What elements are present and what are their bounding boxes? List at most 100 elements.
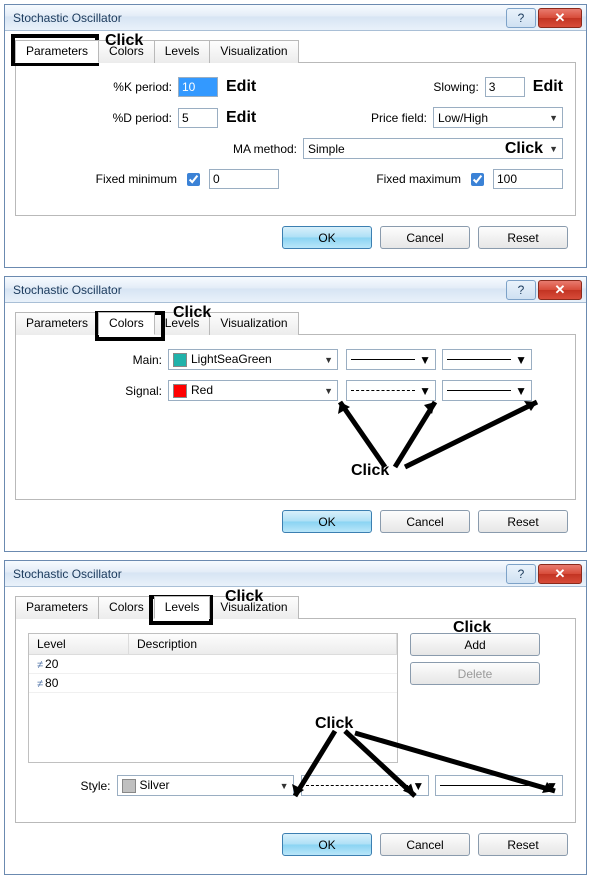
fixed-min-label: Fixed minimum — [28, 172, 183, 186]
tab-body-colors: Main: LightSeaGreen ▼ ▼ ▼ Signal: Red ▼ … — [15, 335, 576, 500]
d-period-input[interactable] — [178, 108, 218, 128]
annotation-edit: Edit — [533, 78, 563, 96]
table-row[interactable]: ≠ 20 — [29, 655, 397, 674]
tab-body-parameters: %K period: Edit Slowing: Edit %D period:… — [15, 63, 576, 216]
k-period-input[interactable] — [178, 77, 218, 97]
table-row[interactable]: ≠ 80 — [29, 674, 397, 693]
tab-visualization[interactable]: Visualization — [209, 312, 298, 335]
chevron-down-icon: ▼ — [324, 386, 333, 396]
close-button[interactable]: ✕ — [538, 564, 582, 584]
chevron-down-icon: ▼ — [324, 355, 333, 365]
signal-line-width[interactable]: ▼ — [442, 380, 532, 401]
titlebar: Stochastic Oscillator ? ✕ — [5, 277, 586, 303]
titlebar: Stochastic Oscillator ? ✕ — [5, 5, 586, 31]
chevron-down-icon: ▼ — [515, 384, 527, 398]
button-bar: OK Cancel Reset — [15, 216, 576, 257]
price-field-label: Price field: — [333, 111, 433, 125]
tab-colors[interactable]: Colors — [98, 40, 155, 63]
button-bar: OK Cancel Reset — [15, 500, 576, 541]
chevron-down-icon: ▼ — [549, 144, 558, 154]
tab-visualization[interactable]: Visualization — [209, 596, 298, 619]
style-line-width[interactable]: ▼ — [435, 775, 563, 796]
tab-colors[interactable]: Colors — [98, 312, 155, 335]
tab-levels[interactable]: Levels — [154, 40, 211, 63]
tab-row: Parameters Colors Levels Visualization — [15, 595, 576, 619]
slowing-input[interactable] — [485, 77, 525, 97]
chevron-down-icon: ▼ — [549, 113, 558, 123]
ok-button[interactable]: OK — [282, 226, 372, 249]
delete-button[interactable]: Delete — [410, 662, 540, 685]
color-swatch — [122, 779, 136, 793]
main-color-combo[interactable]: LightSeaGreen ▼ — [168, 349, 338, 370]
reset-button[interactable]: Reset — [478, 510, 568, 533]
chevron-down-icon: ▼ — [419, 353, 431, 367]
cancel-button[interactable]: Cancel — [380, 226, 470, 249]
signal-line-style[interactable]: ▼ — [346, 380, 436, 401]
ok-button[interactable]: OK — [282, 833, 372, 856]
k-period-label: %K period: — [28, 80, 178, 94]
cancel-button[interactable]: Cancel — [380, 833, 470, 856]
tab-levels[interactable]: Levels — [154, 312, 211, 335]
reset-button[interactable]: Reset — [478, 833, 568, 856]
annotation-edit: Edit — [226, 109, 256, 127]
color-swatch — [173, 353, 187, 367]
tab-parameters[interactable]: Parameters — [15, 40, 99, 63]
price-field-combo[interactable]: Low/High ▼ — [433, 107, 563, 128]
tab-row: Parameters Colors Levels Visualization — [15, 39, 576, 63]
tab-body-levels: Level Description ≠20 ≠80 Add Delete Sty — [15, 619, 576, 823]
button-bar: OK Cancel Reset — [15, 823, 576, 864]
help-button[interactable]: ? — [506, 8, 536, 28]
fixed-max-label: Fixed maximum — [357, 172, 467, 186]
dialog-parameters: Stochastic Oscillator ? ✕ Parameters Col… — [4, 4, 587, 268]
tab-parameters[interactable]: Parameters — [15, 596, 99, 619]
main-color-name: LightSeaGreen — [191, 352, 272, 366]
close-button[interactable]: ✕ — [538, 8, 582, 28]
annotation-click: Click — [505, 140, 543, 158]
ma-method-combo[interactable]: Simple Click ▼ — [303, 138, 563, 159]
fixed-max-check[interactable] — [471, 173, 484, 186]
window-title: Stochastic Oscillator — [13, 567, 506, 581]
annotation-edit: Edit — [226, 78, 256, 96]
dialog-colors: Stochastic Oscillator ? ✕ Parameters Col… — [4, 276, 587, 552]
style-color-name: Silver — [140, 778, 170, 792]
fixed-min-check[interactable] — [187, 173, 200, 186]
style-line-style[interactable]: ▼ — [301, 775, 429, 796]
help-button[interactable]: ? — [506, 280, 536, 300]
levels-table[interactable]: Level Description ≠20 ≠80 — [28, 633, 398, 763]
tab-colors[interactable]: Colors — [98, 596, 155, 619]
level-icon: ≠ — [37, 659, 41, 671]
ma-method-value: Simple — [308, 142, 345, 156]
titlebar: Stochastic Oscillator ? ✕ — [5, 561, 586, 587]
chevron-down-icon: ▼ — [419, 384, 431, 398]
ok-button[interactable]: OK — [282, 510, 372, 533]
add-button[interactable]: Add — [410, 633, 540, 656]
level-value: 80 — [45, 676, 58, 690]
chevron-down-icon: ▼ — [515, 353, 527, 367]
main-label: Main: — [28, 353, 168, 367]
cancel-button[interactable]: Cancel — [380, 510, 470, 533]
main-line-width[interactable]: ▼ — [442, 349, 532, 370]
tab-levels[interactable]: Levels — [154, 596, 211, 619]
style-color-combo[interactable]: Silver ▼ — [117, 775, 294, 796]
level-icon: ≠ — [37, 678, 41, 690]
signal-color-combo[interactable]: Red ▼ — [168, 380, 338, 401]
ma-method-label: MA method: — [213, 142, 303, 156]
color-swatch — [173, 384, 187, 398]
main-line-style[interactable]: ▼ — [346, 349, 436, 370]
help-button[interactable]: ? — [506, 564, 536, 584]
chevron-down-icon: ▼ — [280, 781, 289, 791]
signal-label: Signal: — [28, 384, 168, 398]
d-period-label: %D period: — [28, 111, 178, 125]
style-label: Style: — [28, 779, 117, 793]
chevron-down-icon: ▼ — [412, 779, 424, 793]
close-button[interactable]: ✕ — [538, 280, 582, 300]
col-level: Level — [29, 634, 129, 654]
fixed-max-input[interactable] — [493, 169, 563, 189]
level-value: 20 — [45, 657, 58, 671]
tab-visualization[interactable]: Visualization — [209, 40, 298, 63]
tab-parameters[interactable]: Parameters — [15, 312, 99, 335]
slowing-label: Slowing: — [385, 80, 485, 94]
reset-button[interactable]: Reset — [478, 226, 568, 249]
window-title: Stochastic Oscillator — [13, 283, 506, 297]
fixed-min-input[interactable] — [209, 169, 279, 189]
